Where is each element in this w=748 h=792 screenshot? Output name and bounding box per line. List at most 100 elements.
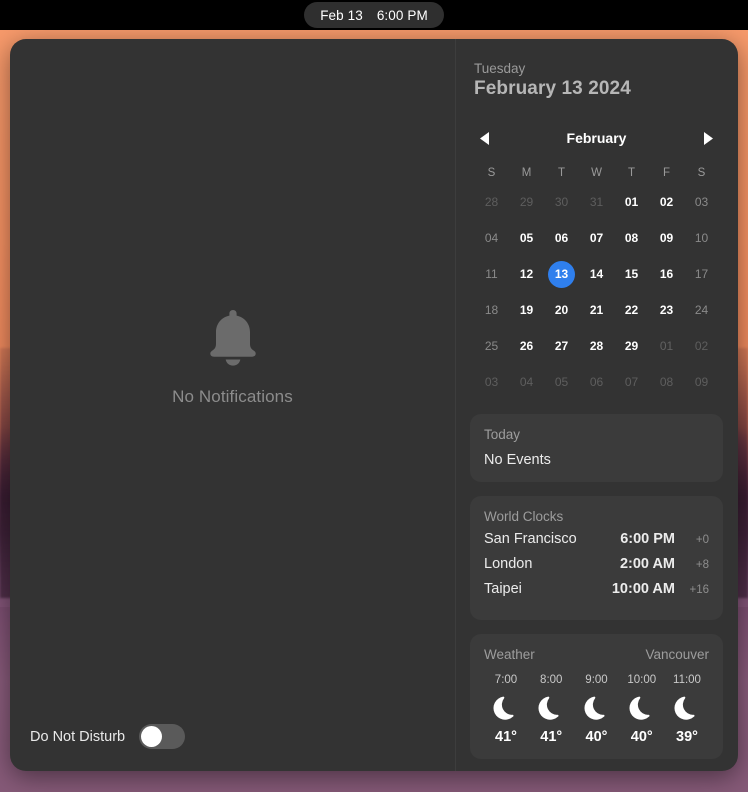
calendar-day-label: 07 bbox=[624, 375, 639, 389]
weather-hourly-list: 7:00 41° 8:00 41° 9:00 40° 10:00 40° 11:00 39° bbox=[484, 674, 709, 745]
world-clocks-card[interactable]: World Clocks San Francisco 6:00 PM +0 Londo… bbox=[470, 496, 723, 620]
weather-card-head: Weather Vancouver bbox=[484, 647, 709, 662]
calendar-day-label: 28 bbox=[484, 195, 499, 209]
calendar-day[interactable]: 11 bbox=[474, 256, 509, 292]
menubar-date: Feb 13 bbox=[320, 7, 363, 23]
weather-hour-temp: 39° bbox=[676, 729, 698, 745]
calendar-day[interactable]: 10 bbox=[684, 220, 719, 256]
calendar-day-label: 26 bbox=[519, 339, 534, 353]
weather-hour-cell: 10:00 40° bbox=[620, 674, 664, 745]
calendar-nav: February bbox=[474, 126, 719, 150]
calendar-day[interactable]: 22 bbox=[614, 292, 649, 328]
do-not-disturb-toggle[interactable] bbox=[139, 724, 186, 749]
calendar-day-label: 24 bbox=[694, 303, 709, 317]
calendar-day[interactable]: 26 bbox=[509, 328, 544, 364]
world-clock-time: 6:00 PM bbox=[620, 531, 675, 547]
calendar-day[interactable]: 12 bbox=[509, 256, 544, 292]
weather-hour-time: 9:00 bbox=[585, 674, 608, 686]
calendar-day-label: 17 bbox=[694, 267, 709, 281]
notification-center-panel: No Notifications Do Not Disturb Tuesday … bbox=[10, 39, 738, 771]
chevron-left-icon[interactable] bbox=[474, 127, 496, 149]
calendar-day[interactable]: 05 bbox=[544, 364, 579, 400]
weather-hour-cell: 11:00 39° bbox=[665, 674, 709, 745]
calendar-day[interactable]: 06 bbox=[544, 220, 579, 256]
calendar-day-label: 03 bbox=[484, 375, 499, 389]
calendar-day[interactable]: 21 bbox=[579, 292, 614, 328]
calendar-day[interactable]: 19 bbox=[509, 292, 544, 328]
do-not-disturb-row: Do Not Disturb bbox=[30, 724, 186, 749]
calendar-day[interactable]: 18 bbox=[474, 292, 509, 328]
calendar-day-label: 09 bbox=[659, 231, 674, 245]
calendar-day[interactable]: 30 bbox=[544, 184, 579, 220]
calendar-day-label: 05 bbox=[554, 375, 569, 389]
calendar-day[interactable]: 31 bbox=[579, 184, 614, 220]
weather-title: Weather bbox=[484, 647, 535, 662]
calendar-weekday-header: W bbox=[591, 167, 602, 179]
world-clock-offset: +8 bbox=[695, 559, 709, 571]
calendar-day[interactable]: 29 bbox=[509, 184, 544, 220]
world-clock-row: London 2:00 AM +8 bbox=[484, 556, 709, 581]
calendar-day[interactable]: 27 bbox=[544, 328, 579, 364]
calendar-day[interactable]: 07 bbox=[579, 220, 614, 256]
calendar-day[interactable]: 06 bbox=[579, 364, 614, 400]
calendar-day-label: 03 bbox=[694, 195, 709, 209]
calendar-day[interactable]: 03 bbox=[684, 184, 719, 220]
calendar-day[interactable]: 02 bbox=[684, 328, 719, 364]
calendar-day-label: 25 bbox=[484, 339, 499, 353]
weather-hour-temp: 40° bbox=[585, 729, 608, 745]
calendar-day[interactable]: 09 bbox=[649, 220, 684, 256]
calendar-day-label: 18 bbox=[484, 303, 499, 317]
widgets-column: Tuesday February 13 2024 February SMTWTF… bbox=[456, 39, 737, 771]
calendar-day[interactable]: 16 bbox=[649, 256, 684, 292]
calendar-day-label: 13 bbox=[548, 260, 575, 288]
calendar-day[interactable]: 05 bbox=[509, 220, 544, 256]
calendar-day[interactable]: 04 bbox=[509, 364, 544, 400]
calendar-day[interactable]: 08 bbox=[614, 220, 649, 256]
weather-card[interactable]: Weather Vancouver 7:00 41° 8:00 41° 9:00 40° 1… bbox=[470, 634, 723, 759]
moon-icon bbox=[536, 693, 566, 723]
moon-icon bbox=[672, 693, 702, 723]
world-clock-city: London bbox=[484, 556, 533, 572]
calendar-day[interactable]: 04 bbox=[474, 220, 509, 256]
weather-hour-time: 8:00 bbox=[540, 674, 563, 686]
calendar-day[interactable]: 14 bbox=[579, 256, 614, 292]
calendar-day[interactable]: 07 bbox=[614, 364, 649, 400]
menubar-clock[interactable]: Feb 13 6:00 PM bbox=[304, 2, 444, 28]
calendar-day-label: 12 bbox=[519, 267, 534, 281]
calendar-day[interactable]: 28 bbox=[474, 184, 509, 220]
calendar-day[interactable]: 24 bbox=[684, 292, 719, 328]
calendar-day[interactable]: 29 bbox=[614, 328, 649, 364]
events-card[interactable]: Today No Events bbox=[470, 414, 723, 482]
weather-hour-cell: 7:00 41° bbox=[484, 674, 528, 745]
calendar-day[interactable]: 01 bbox=[614, 184, 649, 220]
calendar-day[interactable]: 23 bbox=[649, 292, 684, 328]
calendar-day-label: 20 bbox=[554, 303, 569, 317]
menubar-time: 6:00 PM bbox=[376, 7, 428, 23]
calendar-day-label: 06 bbox=[554, 231, 569, 245]
world-clock-city: Taipei bbox=[484, 581, 522, 597]
calendar-day[interactable]: 20 bbox=[544, 292, 579, 328]
calendar-day[interactable]: 25 bbox=[474, 328, 509, 364]
calendar-day[interactable]: 09 bbox=[684, 364, 719, 400]
calendar-widget[interactable]: February S M T W T F S 28 29 30 31 01 02 03 04 05 06 07 08… bbox=[470, 126, 723, 400]
calendar-day[interactable]: 13 bbox=[544, 256, 579, 292]
menu-bar: Feb 13 6:00 PM bbox=[0, 0, 748, 30]
world-clock-row: San Francisco 6:00 PM +0 bbox=[484, 531, 709, 556]
calendar-day[interactable]: 28 bbox=[579, 328, 614, 364]
calendar-day-label: 31 bbox=[589, 195, 604, 209]
calendar-day[interactable]: 03 bbox=[474, 364, 509, 400]
calendar-day-label: 16 bbox=[659, 267, 674, 281]
calendar-day[interactable]: 08 bbox=[649, 364, 684, 400]
calendar-day[interactable]: 01 bbox=[649, 328, 684, 364]
events-card-title: Today bbox=[484, 427, 521, 442]
calendar-day[interactable]: 15 bbox=[614, 256, 649, 292]
chevron-right-icon[interactable] bbox=[697, 127, 719, 149]
world-clock-city: San Francisco bbox=[484, 531, 577, 547]
no-notifications-placeholder: No Notifications bbox=[10, 39, 455, 723]
weather-hour-temp: 41° bbox=[495, 729, 517, 745]
calendar-day[interactable]: 02 bbox=[649, 184, 684, 220]
calendar-month-label: February bbox=[566, 130, 627, 146]
world-clocks-title: World Clocks bbox=[484, 509, 564, 524]
calendar-weekday-header: T bbox=[627, 167, 636, 179]
calendar-day[interactable]: 17 bbox=[684, 256, 719, 292]
